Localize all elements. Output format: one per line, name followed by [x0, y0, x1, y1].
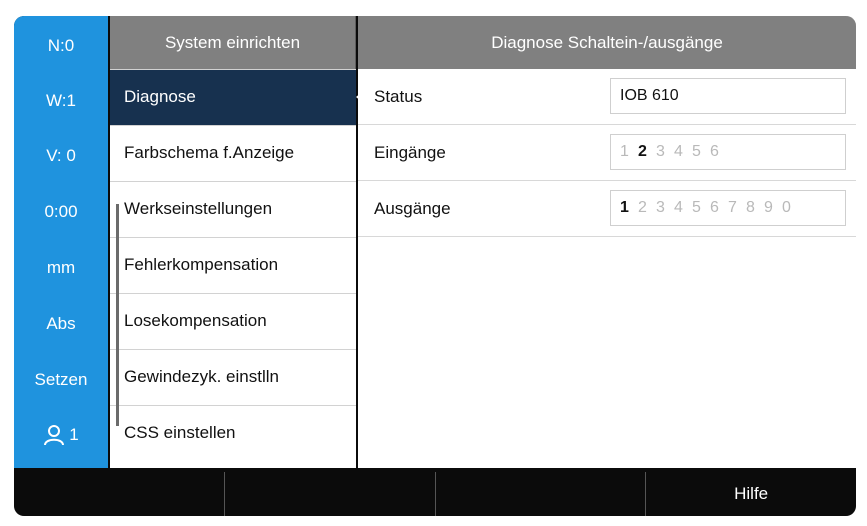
input-pin-1: 1	[620, 143, 629, 160]
output-pin-1: 1	[620, 199, 629, 216]
detail-panel: Diagnose Schaltein-/ausgänge Status IOB …	[358, 16, 856, 468]
menu-item-diagnose[interactable]: Diagnose	[110, 69, 368, 125]
output-pin-9: 9	[764, 199, 773, 216]
timer-indicator[interactable]: 0:00	[14, 202, 108, 222]
feed-indicator[interactable]: V: 0	[14, 146, 108, 166]
input-pin-5: 5	[692, 143, 701, 160]
datum-indicator[interactable]: N:0	[14, 36, 108, 56]
user-number: 1	[69, 425, 79, 444]
softkey-3[interactable]	[434, 472, 646, 516]
detail-title: Diagnose Schaltein-/ausgänge	[358, 16, 856, 69]
output-pin-10: 0	[782, 199, 791, 216]
status-label: Status	[374, 87, 423, 106]
output-pin-5: 5	[692, 199, 701, 216]
inputs-row: Eingänge 123456	[358, 125, 856, 181]
menu-item-losekompensation[interactable]: Losekompensation	[110, 293, 356, 349]
input-pin-3: 3	[656, 143, 665, 160]
output-pin-7: 7	[728, 199, 737, 216]
menu-title: System einrichten	[110, 16, 356, 69]
help-softkey[interactable]: Hilfe	[645, 472, 856, 516]
input-pin-2: 2	[638, 143, 647, 160]
setzen-indicator[interactable]: Setzen	[14, 370, 108, 390]
menu-item-werkseinstellungen[interactable]: Werkseinstellungen	[110, 181, 356, 237]
input-pin-6: 6	[710, 143, 719, 160]
outputs-pins: 1234567890	[610, 190, 846, 226]
user-indicator[interactable]: 1	[14, 424, 108, 446]
inputs-label: Eingänge	[374, 143, 446, 162]
menu-item-css[interactable]: CSS einstellen	[110, 405, 356, 468]
output-pin-4: 4	[674, 199, 683, 216]
outputs-row: Ausgänge 1234567890	[358, 181, 856, 237]
menu-item-fehlerkompensation[interactable]: Fehlerkompensation	[110, 237, 356, 293]
output-pin-3: 3	[656, 199, 665, 216]
menu-item-gewindezyklus[interactable]: Gewindezyk. einstlln	[110, 349, 356, 405]
output-pin-2: 2	[638, 199, 647, 216]
device-screen: N:0 W:1 V: 0 0:00 mm Abs Setzen 1 System…	[14, 16, 856, 516]
status-bar: N:0 W:1 V: 0 0:00 mm Abs Setzen 1	[14, 16, 108, 468]
menu-panel: System einrichten Diagnose Farbschema f.…	[110, 16, 368, 468]
softkey-1[interactable]	[14, 472, 224, 516]
input-pin-4: 4	[674, 143, 683, 160]
output-pin-6: 6	[710, 199, 719, 216]
status-row: Status IOB 610	[358, 69, 856, 125]
menu-scrollbar[interactable]	[116, 204, 119, 426]
unit-indicator[interactable]: mm	[14, 258, 108, 278]
tool-indicator[interactable]: W:1	[14, 91, 108, 111]
user-icon	[44, 425, 65, 446]
outputs-label: Ausgänge	[374, 199, 451, 218]
status-value: IOB 610	[610, 78, 846, 114]
menu-item-farbschema[interactable]: Farbschema f.Anzeige	[110, 125, 356, 181]
softkey-bar: Hilfe	[14, 472, 856, 516]
mode-indicator[interactable]: Abs	[14, 314, 108, 334]
output-pin-8: 8	[746, 199, 755, 216]
inputs-pins: 123456	[610, 134, 846, 170]
softkey-2[interactable]	[223, 472, 435, 516]
